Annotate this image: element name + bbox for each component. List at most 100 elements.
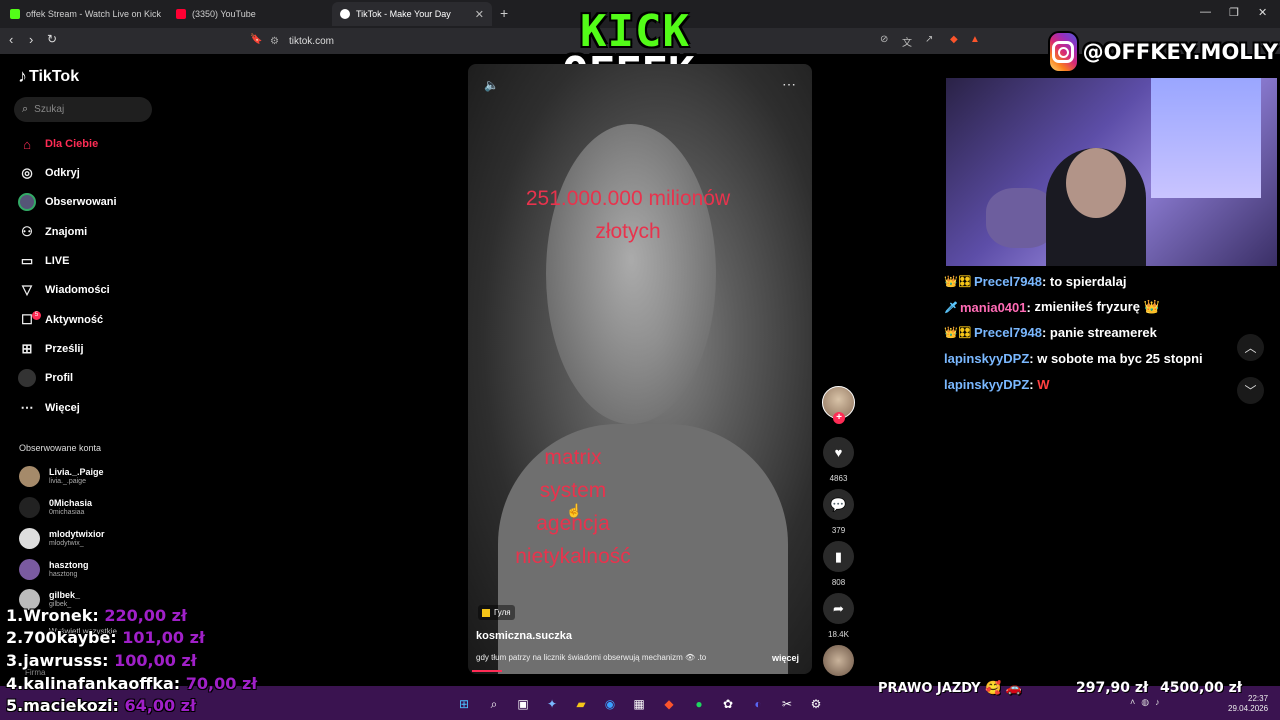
chat-badges: 🗡 xyxy=(944,301,958,314)
video-face xyxy=(546,124,716,424)
close-window-icon[interactable]: ✕ xyxy=(1258,6,1267,19)
reload-icon[interactable]: ↻ xyxy=(47,32,57,46)
donor-name: maciekozi: xyxy=(23,696,119,715)
minimize-icon[interactable]: — xyxy=(1200,6,1211,18)
video-tag[interactable]: Гуля xyxy=(478,605,515,620)
taskbar-clock[interactable]: 22:37 29.04.2026 xyxy=(1228,694,1268,714)
tab-tiktok[interactable]: TikTok - Make Your Day ✕ xyxy=(332,2,492,26)
music-disc[interactable] xyxy=(823,645,854,676)
followed-account[interactable]: 0Michasia 0michasiaa xyxy=(19,497,92,518)
windows-start-icon[interactable]: ⊞ xyxy=(455,695,473,713)
brave-shield-icon[interactable]: ◆ xyxy=(950,34,958,45)
share-icon[interactable]: ↗ xyxy=(925,34,933,45)
more-link[interactable]: więcej xyxy=(772,653,799,663)
save-button[interactable]: ▮ xyxy=(823,541,854,572)
donation-goal-current: 297,90 zł xyxy=(1076,680,1149,696)
caption-line: matrix xyxy=(544,446,602,469)
brave-icon[interactable]: ◆ xyxy=(660,695,678,713)
nav-for-you[interactable]: ⌂ Dla Ciebie xyxy=(18,134,98,154)
video-author[interactable]: kosmiczna.suczka xyxy=(476,630,572,642)
chat-user[interactable]: lapinskyyDPZ xyxy=(944,377,1029,392)
spotify-icon[interactable]: ● xyxy=(690,695,708,713)
like-button[interactable]: ♥ xyxy=(823,437,854,468)
search-icon[interactable]: ⌕ xyxy=(485,695,503,713)
translate-icon[interactable]: 文 xyxy=(902,34,912,49)
nav-live[interactable]: ▭ LIVE xyxy=(18,251,70,271)
tab-kick[interactable]: offek Stream - Watch Live on Kick xyxy=(2,2,165,26)
share-button[interactable]: ➦ xyxy=(823,593,854,624)
nav-upload[interactable]: ⊞ Prześlij xyxy=(18,339,84,359)
live-icon: ▭ xyxy=(20,253,34,268)
new-tab-icon[interactable]: + xyxy=(500,5,508,21)
nav-following[interactable]: Obserwowani xyxy=(18,192,117,212)
webcam-feed xyxy=(946,78,1277,266)
restore-icon[interactable]: ❐ xyxy=(1229,6,1239,19)
nav-activity[interactable]: ☐ Aktywność xyxy=(18,310,103,330)
chatgpt-icon[interactable]: ✿ xyxy=(719,695,737,713)
account-handle: 0michasiaa xyxy=(49,509,85,516)
nav-profile[interactable]: Profil xyxy=(18,368,73,388)
tag-icon xyxy=(482,608,490,617)
comment-icon: 💬 xyxy=(830,496,847,512)
chat-user[interactable]: lapinskyyDPZ xyxy=(944,351,1029,366)
back-icon[interactable]: ‹ xyxy=(9,32,13,47)
video-more-icon[interactable]: ⋯ xyxy=(782,76,796,93)
scroll-down-button[interactable]: ﹀ xyxy=(1237,377,1264,404)
top-donor: 5.maciekozi: 64,00 zł xyxy=(6,695,196,717)
nav-messages[interactable]: ▽ Wiadomości xyxy=(18,280,110,300)
nav-more[interactable]: ⋯ Więcej xyxy=(18,398,80,418)
system-tray[interactable]: ˄◍♪ xyxy=(1130,697,1166,708)
chat-user[interactable]: Precel7948 xyxy=(974,274,1042,289)
task-view-icon[interactable]: ▣ xyxy=(514,695,532,713)
webcam-streamer-head xyxy=(1066,148,1126,218)
nav-label: Dla Ciebie xyxy=(45,138,99,150)
store-icon[interactable]: ▦ xyxy=(630,695,648,713)
followed-account[interactable]: hasztong hasztong xyxy=(19,559,89,580)
followed-account[interactable]: mlodytwixior mlodytwix_ xyxy=(19,528,105,549)
comment-button[interactable]: 💬 xyxy=(823,489,854,520)
top-donor: 1.Wronek: 220,00 zł xyxy=(6,605,187,627)
tray-chevron-icon: ˄ xyxy=(1130,697,1142,707)
discord-icon[interactable]: ◐ xyxy=(749,695,767,713)
forward-icon[interactable]: › xyxy=(29,32,33,47)
video-progress-bar[interactable] xyxy=(472,670,502,672)
donor-amount: 100,00 zł xyxy=(114,651,197,670)
tab-youtube[interactable]: (3350) YouTube xyxy=(168,2,330,26)
top-donor: 4.kalinafankaoffka: 70,00 zł xyxy=(6,673,257,695)
nav-friends[interactable]: ⚇ Znajomi xyxy=(18,222,87,242)
file-explorer-icon[interactable]: ▰ xyxy=(572,695,590,713)
capcut-icon[interactable]: ✂ xyxy=(778,695,796,713)
tiktok-logo[interactable]: ♪ TikTok xyxy=(18,66,79,87)
scroll-up-button[interactable]: ︿ xyxy=(1237,334,1264,361)
save-count: 808 xyxy=(831,578,846,587)
tab-title: (3350) YouTube xyxy=(192,9,256,19)
edge-icon[interactable]: ◉ xyxy=(601,695,619,713)
site-settings-icon[interactable]: ⚙ xyxy=(270,36,279,47)
no-translate-icon[interactable]: ⊘ xyxy=(880,34,888,45)
tiktok-wordmark: TikTok xyxy=(29,67,80,85)
caption-line: złotych xyxy=(595,220,661,243)
chat-user[interactable]: Precel7948 xyxy=(974,325,1042,340)
copilot-icon[interactable]: ✦ xyxy=(543,695,561,713)
close-tab-icon[interactable]: ✕ xyxy=(475,8,484,21)
share-count: 18.4K xyxy=(828,630,849,639)
chat-message: 👑🎛 Precel7948: panie streamerek xyxy=(944,325,1157,340)
brave-rewards-icon[interactable]: ▲ xyxy=(970,34,980,45)
search-input[interactable]: ⌕ Szukaj xyxy=(14,97,152,122)
mute-icon[interactable]: 🔈 xyxy=(484,78,499,92)
video-player[interactable]: 251.000.000 milionów złotych matrix syst… xyxy=(468,64,812,674)
network-icon: ◍ xyxy=(1141,697,1156,707)
tab-title: offek Stream - Watch Live on Kick xyxy=(26,9,162,19)
comment-count: 379 xyxy=(831,526,846,535)
follow-plus-icon[interactable]: + xyxy=(833,412,845,424)
settings-icon[interactable]: ⚙ xyxy=(807,695,825,713)
bookmark-icon[interactable]: 🔖 xyxy=(250,34,262,45)
messages-icon: ▽ xyxy=(22,282,32,297)
followed-account[interactable]: Livia._.Paige livia._.paige xyxy=(19,466,104,487)
chat-message: 🗡 mania0401: zmieniłeś fryzurę 👑 xyxy=(944,299,1160,315)
chat-user[interactable]: mania0401 xyxy=(960,300,1027,315)
nav-label: LIVE xyxy=(45,255,70,267)
chevron-down-icon: ﹀ xyxy=(1244,384,1257,398)
account-handle: livia._.paige xyxy=(49,478,86,485)
nav-explore[interactable]: ◎ Odkryj xyxy=(18,163,80,183)
